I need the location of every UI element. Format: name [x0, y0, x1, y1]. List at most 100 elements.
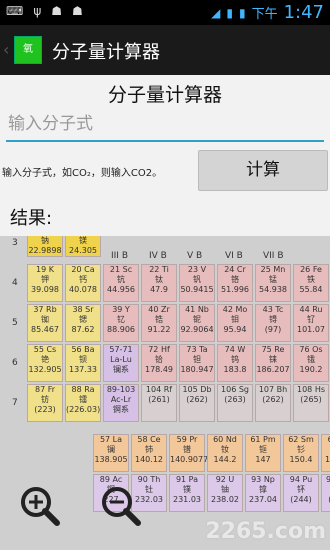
element-cell[interactable]: 37 Rb 铷 85.467: [27, 304, 63, 342]
app-icon[interactable]: 氧: [14, 36, 42, 64]
element-cell[interactable]: 93 Np 镎 237.04: [245, 474, 281, 512]
element-mass: 22.9898: [28, 246, 62, 255]
element-cell[interactable]: 57-71 La-Lu 镧系: [103, 344, 139, 382]
element-number: 105 Db: [182, 385, 212, 394]
element-cell[interactable]: 38 Sr 锶 87.62: [65, 304, 101, 342]
element-mass: (243): [322, 495, 330, 505]
element-mass: 138.905: [94, 455, 128, 464]
element-mass: 147: [255, 455, 271, 464]
element-cell[interactable]: 73 Ta 钽 180.947: [179, 344, 215, 382]
element-cell[interactable]: 19 K 钾 39.098: [27, 264, 63, 302]
element-cell[interactable]: 41 Nb 铌 92.9064: [179, 304, 215, 342]
element-cell[interactable]: 21 Sc 钪 44.956: [103, 264, 139, 302]
element-cell[interactable]: 23 V 钒 50.9415: [179, 264, 215, 302]
element-name: 铕: [322, 445, 330, 455]
element-cell[interactable]: 62 Sm 钐 150.4: [283, 434, 319, 472]
element-mass: 140.12: [135, 455, 163, 464]
element-cell[interactable]: 107 Bh (262): [255, 384, 291, 422]
element-mass: 180.947: [180, 365, 214, 374]
element-cell[interactable]: 87 Fr 钫 (223): [27, 384, 63, 422]
element-cell[interactable]: 89-103 Ac-Lr 锕系: [103, 384, 139, 422]
element-cell[interactable]: 24 Cr 铬 51.996: [217, 264, 253, 302]
formula-field[interactable]: [6, 110, 326, 142]
element-cell[interactable]: 106 Sg (263): [217, 384, 253, 422]
element-cell[interactable]: 92 U 铀 238.02: [207, 474, 243, 512]
element-cell[interactable]: 63 Eu铕151.96: [321, 434, 330, 472]
element-mass: 40.078: [69, 285, 97, 294]
element-mass: (223): [34, 405, 56, 414]
element-mass: (262): [262, 395, 284, 404]
element-number: 59 Pr: [176, 435, 198, 444]
element-cell[interactable]: 25 Mn 锰 54.938: [255, 264, 291, 302]
element-cell[interactable]: 56 Ba 钡 137.33: [65, 344, 101, 382]
element-name: 镎: [259, 485, 267, 494]
element-cell[interactable]: 74 W 钨 183.8: [217, 344, 253, 382]
zoom-in-icon[interactable]: [18, 484, 60, 526]
element-cell[interactable]: 94 Pu 钚 (244): [283, 474, 319, 512]
element-mass: 91.22: [147, 325, 171, 334]
element-cell[interactable]: 105 Db (262): [179, 384, 215, 422]
app-title: 分子量计算器: [52, 42, 160, 63]
element-mass: (261): [148, 395, 170, 404]
status-time-prefix: 下午: [251, 7, 278, 22]
element-cell[interactable]: 55 Cs 铯 132.905: [27, 344, 63, 382]
usb-icon: ψ: [33, 4, 42, 18]
element-mass: 54.938: [259, 285, 287, 294]
element-cell[interactable]: 26 Fe 铁 55.84: [293, 264, 329, 302]
calculate-button[interactable]: 计算: [198, 150, 328, 191]
element-cell[interactable]: 57 La 镧 138.905: [93, 434, 129, 472]
element-name: 钙: [79, 275, 87, 284]
element-name: 钕: [221, 445, 229, 454]
element-number: 62 Sm: [288, 435, 314, 444]
element-name: 镅: [322, 485, 330, 495]
period-label: 7: [12, 398, 18, 408]
formula-input[interactable]: [6, 110, 326, 138]
element-cell[interactable]: 42 Mo 钼 95.94: [217, 304, 253, 342]
element-number: 42 Mo: [222, 305, 248, 314]
element-cell[interactable]: 镁 24.305: [65, 236, 101, 257]
element-name: 铷: [41, 315, 49, 324]
element-number: 76 Os: [299, 345, 323, 354]
element-mass: 101.07: [297, 325, 325, 334]
element-number: 55 Cs: [33, 345, 57, 354]
element-cell[interactable]: 88 Ra 镭 (226.03): [65, 384, 101, 422]
period-label: 4: [12, 278, 18, 288]
element-cell[interactable]: 44 Ru 钌 101.07: [293, 304, 329, 342]
element-mass: 178.49: [145, 365, 173, 374]
element-name: 钐: [297, 445, 305, 454]
element-cell[interactable]: 钠 22.9898: [27, 236, 63, 257]
element-name: 钠: [41, 236, 49, 245]
back-icon[interactable]: ‹: [3, 40, 9, 59]
element-name: 铪: [155, 355, 163, 364]
element-cell[interactable]: 104 Rf (261): [141, 384, 177, 422]
element-cell[interactable]: 72 Hf 铪 178.49: [141, 344, 177, 382]
element-cell[interactable]: 75 Re 铼 186.207: [255, 344, 291, 382]
element-cell[interactable]: 40 Zr 锆 91.22: [141, 304, 177, 342]
element-cell[interactable]: 59 Pr 镨 140.9077: [169, 434, 208, 472]
element-number: 93 Np: [251, 475, 275, 484]
element-number: 104 Rf: [145, 385, 173, 394]
element-cell[interactable]: 39 Y 钇 88.906: [103, 304, 139, 342]
period-label: 6: [12, 358, 18, 368]
element-mass: (262): [186, 395, 208, 404]
element-mass: 镧系: [113, 365, 129, 374]
element-number: 23 V: [187, 265, 207, 274]
element-cell[interactable]: 61 Pm 钷 147: [245, 434, 281, 472]
element-mass: 39.098: [31, 285, 59, 294]
element-cell[interactable]: 58 Ce 铈 140.12: [131, 434, 167, 472]
zoom-out-icon[interactable]: [99, 484, 141, 526]
element-cell[interactable]: 22 Ti 钛 47.9: [141, 264, 177, 302]
element-cell[interactable]: 43 Tc 锝 (97): [255, 304, 291, 342]
wifi-icon: ◢: [211, 5, 221, 20]
element-number: 92 U: [215, 475, 235, 484]
element-mass: 150.4: [289, 455, 313, 464]
element-cell[interactable]: 60 Nd 钕 144.2: [207, 434, 243, 472]
element-cell[interactable]: 108 Hs (265): [293, 384, 329, 422]
element-mass: 锕系: [113, 405, 129, 414]
element-cell[interactable]: 91 Pa 镤 231.03: [169, 474, 205, 512]
element-cell[interactable]: 95 Am镅(243): [321, 474, 330, 512]
group-label: IV B: [149, 251, 167, 261]
element-mass: 190.2: [299, 365, 323, 374]
element-cell[interactable]: 76 Os 锇 190.2: [293, 344, 329, 382]
element-cell[interactable]: 20 Ca 钙 40.078: [65, 264, 101, 302]
